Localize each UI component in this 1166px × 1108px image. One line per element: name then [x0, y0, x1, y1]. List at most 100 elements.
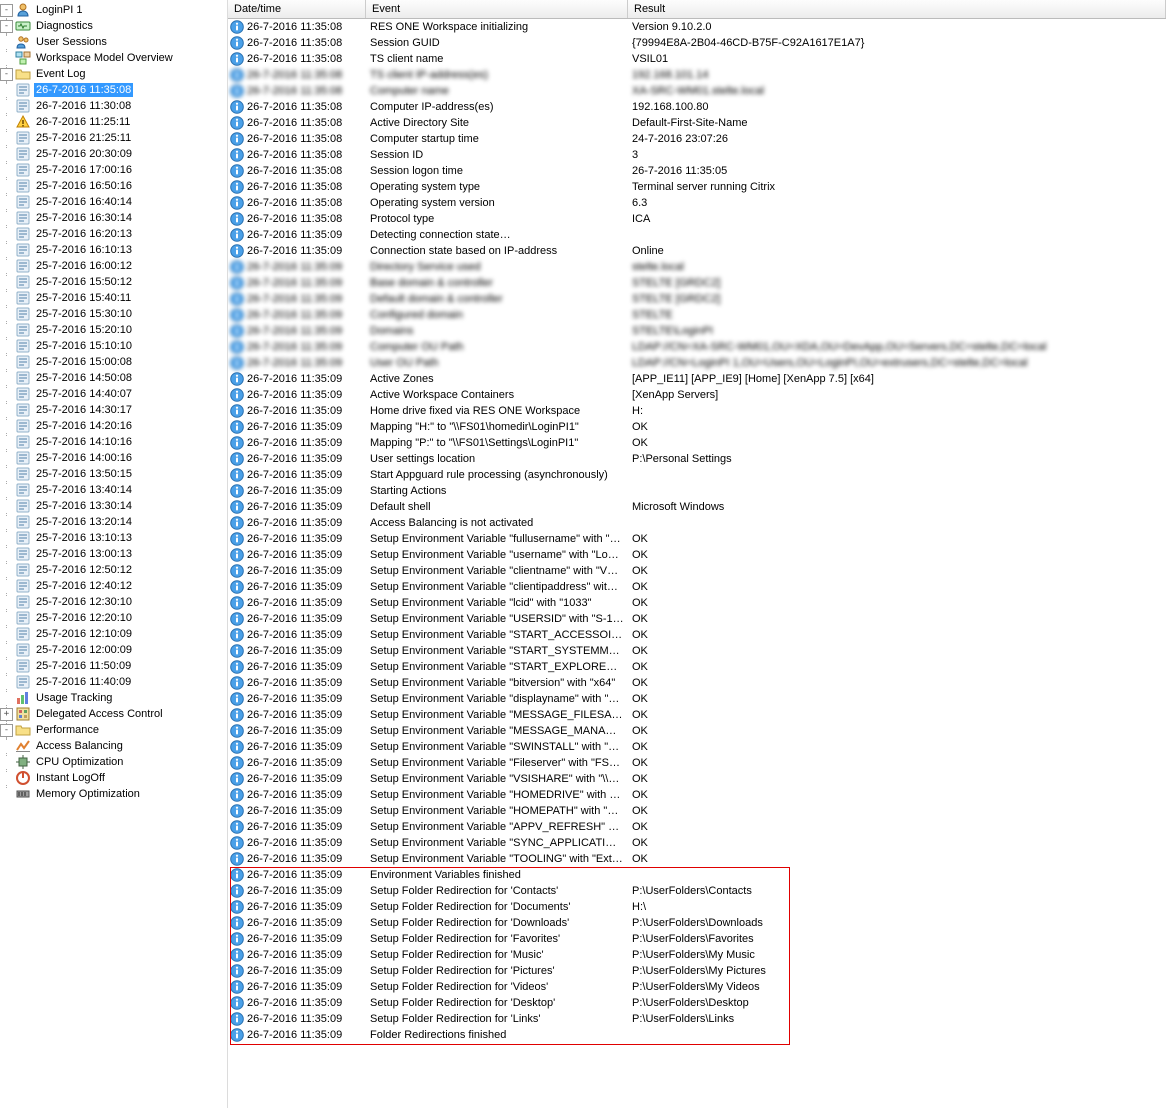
- event-log-entry[interactable]: 25-7-2016 14:10:16: [0, 434, 227, 450]
- grid-row[interactable]: 26-7-2016 11:35:08Operating system versi…: [228, 195, 1166, 211]
- event-log-entry[interactable]: 25-7-2016 21:25:11: [0, 130, 227, 146]
- grid-row[interactable]: 26-7-2016 11:35:09Setup Folder Redirecti…: [228, 979, 1166, 995]
- event-log-entry[interactable]: 25-7-2016 15:50:12: [0, 274, 227, 290]
- event-log-entry[interactable]: 25-7-2016 13:20:14: [0, 514, 227, 530]
- grid-row[interactable]: 26-7-2016 11:35:09Detecting connection s…: [228, 227, 1166, 243]
- collapse-icon[interactable]: -: [0, 724, 13, 737]
- grid-row[interactable]: 26-7-2016 11:35:09Setup Environment Vari…: [228, 771, 1166, 787]
- grid-row[interactable]: 26-7-2016 11:35:09Setup Environment Vari…: [228, 835, 1166, 851]
- grid-row[interactable]: 26-7-2016 11:35:08Session logon time26-7…: [228, 163, 1166, 179]
- grid-row[interactable]: 26-7-2016 11:35:09Setup Environment Vari…: [228, 691, 1166, 707]
- event-log-entry[interactable]: 25-7-2016 17:00:16: [0, 162, 227, 178]
- event-log-entry[interactable]: 26-7-2016 11:30:08: [0, 98, 227, 114]
- grid-row[interactable]: 26-7-2016 11:35:09Starting Actions: [228, 483, 1166, 499]
- grid-row[interactable]: 26-7-2016 11:35:09Setup Environment Vari…: [228, 819, 1166, 835]
- event-log-entry[interactable]: 25-7-2016 13:40:14: [0, 482, 227, 498]
- grid-row[interactable]: 26-7-2016 11:35:08Computer startup time2…: [228, 131, 1166, 147]
- event-log-entry[interactable]: 25-7-2016 12:00:09: [0, 642, 227, 658]
- grid-row[interactable]: 26-7-2016 11:35:09Setup Folder Redirecti…: [228, 883, 1166, 899]
- grid-row[interactable]: 26-7-2016 11:35:09Setup Folder Redirecti…: [228, 915, 1166, 931]
- grid-row[interactable]: 26-7-2016 11:35:09Default shellMicrosoft…: [228, 499, 1166, 515]
- tree-event-log[interactable]: - Event Log: [0, 66, 227, 82]
- grid-row[interactable]: 26-7-2016 11:35:09Setup Environment Vari…: [228, 787, 1166, 803]
- grid-row[interactable]: 26-7-2016 11:35:09Setup Folder Redirecti…: [228, 947, 1166, 963]
- event-log-entry[interactable]: 25-7-2016 12:30:10: [0, 594, 227, 610]
- collapse-icon[interactable]: -: [0, 68, 13, 81]
- tree-delegated-access[interactable]: + Delegated Access Control: [0, 706, 227, 722]
- grid-row[interactable]: 26-7-2016 11:35:09Setup Environment Vari…: [228, 547, 1166, 563]
- grid-row[interactable]: 26-7-2016 11:35:09Mapping "H:" to "\\FS0…: [228, 419, 1166, 435]
- grid-row[interactable]: 26-7-2016 11:35:09User OU PathLDAP://CN=…: [228, 355, 1166, 371]
- event-log-entry[interactable]: 26-7-2016 11:25:11: [0, 114, 227, 130]
- col-event[interactable]: Event: [366, 0, 628, 18]
- collapse-icon[interactable]: -: [0, 4, 13, 17]
- event-log-entry[interactable]: 25-7-2016 14:40:07: [0, 386, 227, 402]
- tree-user-sessions[interactable]: User Sessions: [0, 34, 227, 50]
- grid-row[interactable]: 26-7-2016 11:35:09Home drive fixed via R…: [228, 403, 1166, 419]
- event-log-entry[interactable]: 25-7-2016 14:30:17: [0, 402, 227, 418]
- grid-row[interactable]: 26-7-2016 11:35:09Setup Environment Vari…: [228, 611, 1166, 627]
- event-log-entry[interactable]: 25-7-2016 16:40:14: [0, 194, 227, 210]
- collapse-icon[interactable]: -: [0, 20, 13, 33]
- event-log-entry[interactable]: 25-7-2016 14:50:08: [0, 370, 227, 386]
- event-log-entry[interactable]: 25-7-2016 13:50:15: [0, 466, 227, 482]
- tree-instant-logoff[interactable]: Instant LogOff: [0, 770, 227, 786]
- grid-row[interactable]: 26-7-2016 11:35:09Mapping "P:" to "\\FS0…: [228, 435, 1166, 451]
- event-log-entry[interactable]: 25-7-2016 16:50:16: [0, 178, 227, 194]
- grid-row[interactable]: 26-7-2016 11:35:08Active Directory SiteD…: [228, 115, 1166, 131]
- grid-row[interactable]: 26-7-2016 11:35:09Setup Environment Vari…: [228, 643, 1166, 659]
- grid-row[interactable]: 26-7-2016 11:35:09Setup Folder Redirecti…: [228, 1011, 1166, 1027]
- grid-row[interactable]: 26-7-2016 11:35:09Setup Environment Vari…: [228, 659, 1166, 675]
- grid-row[interactable]: 26-7-2016 11:35:09Setup Environment Vari…: [228, 707, 1166, 723]
- tree-cpu-optimization[interactable]: CPU Optimization: [0, 754, 227, 770]
- grid-row[interactable]: 26-7-2016 11:35:08Computer IP-address(es…: [228, 99, 1166, 115]
- event-log-entry[interactable]: 25-7-2016 16:00:12: [0, 258, 227, 274]
- grid-row[interactable]: 26-7-2016 11:35:09Active Zones[APP_IE11]…: [228, 371, 1166, 387]
- grid-row[interactable]: 26-7-2016 11:35:09Setup Environment Vari…: [228, 803, 1166, 819]
- tree-root[interactable]: - LoginPI 1: [0, 2, 227, 18]
- grid-row[interactable]: 26-7-2016 11:35:09Setup Environment Vari…: [228, 595, 1166, 611]
- grid-row[interactable]: 26-7-2016 11:35:08TS client IP-address(e…: [228, 67, 1166, 83]
- col-result[interactable]: Result: [628, 0, 1166, 18]
- tree-access-balancing[interactable]: Access Balancing: [0, 738, 227, 754]
- nav-tree[interactable]: - LoginPI 1 - Diagnostics: [0, 0, 228, 1108]
- event-log-entry[interactable]: 25-7-2016 12:10:09: [0, 626, 227, 642]
- event-log-entry[interactable]: 25-7-2016 13:10:13: [0, 530, 227, 546]
- grid-row[interactable]: 26-7-2016 11:35:08Computer nameXA-SRC-WM…: [228, 83, 1166, 99]
- grid-row[interactable]: 26-7-2016 11:35:09Setup Environment Vari…: [228, 531, 1166, 547]
- grid-row[interactable]: 26-7-2016 11:35:08Session ID3: [228, 147, 1166, 163]
- grid-row[interactable]: 26-7-2016 11:35:09Setup Folder Redirecti…: [228, 995, 1166, 1011]
- grid-row[interactable]: 26-7-2016 11:35:09Setup Environment Vari…: [228, 755, 1166, 771]
- event-log-entry[interactable]: 25-7-2016 15:00:08: [0, 354, 227, 370]
- event-log-entry[interactable]: 25-7-2016 11:50:09: [0, 658, 227, 674]
- grid-row[interactable]: 26-7-2016 11:35:09Active Workspace Conta…: [228, 387, 1166, 403]
- grid-row[interactable]: 26-7-2016 11:35:08Protocol typeICA: [228, 211, 1166, 227]
- event-log-entry[interactable]: 25-7-2016 11:40:09: [0, 674, 227, 690]
- grid-row[interactable]: 26-7-2016 11:35:09Setup Folder Redirecti…: [228, 963, 1166, 979]
- event-log-entry[interactable]: 26-7-2016 11:35:08: [0, 82, 227, 98]
- grid-row[interactable]: 26-7-2016 11:35:09Environment Variables …: [228, 867, 1166, 883]
- event-log-entry[interactable]: 25-7-2016 14:00:16: [0, 450, 227, 466]
- event-log-entry[interactable]: 25-7-2016 13:30:14: [0, 498, 227, 514]
- grid-row[interactable]: 26-7-2016 11:35:09Default domain & contr…: [228, 291, 1166, 307]
- tree-performance[interactable]: - Performance: [0, 722, 227, 738]
- grid-row[interactable]: 26-7-2016 11:35:08Operating system typeT…: [228, 179, 1166, 195]
- event-log-entry[interactable]: 25-7-2016 16:20:13: [0, 226, 227, 242]
- event-log-entry[interactable]: 25-7-2016 20:30:09: [0, 146, 227, 162]
- expand-icon[interactable]: +: [0, 708, 13, 721]
- event-log-entry[interactable]: 25-7-2016 16:30:14: [0, 210, 227, 226]
- grid-row[interactable]: 26-7-2016 11:35:09Setup Environment Vari…: [228, 723, 1166, 739]
- tree-memory-optimization[interactable]: Memory Optimization: [0, 786, 227, 802]
- grid-row[interactable]: 26-7-2016 11:35:09Setup Environment Vari…: [228, 851, 1166, 867]
- tree-usage-tracking[interactable]: Usage Tracking: [0, 690, 227, 706]
- grid-row[interactable]: 26-7-2016 11:35:09Access Balancing is no…: [228, 515, 1166, 531]
- grid-body[interactable]: 26-7-2016 11:35:08RES ONE Workspace init…: [228, 19, 1166, 1108]
- event-log-entry[interactable]: 25-7-2016 13:00:13: [0, 546, 227, 562]
- col-datetime[interactable]: Date/time: [228, 0, 366, 18]
- grid-row[interactable]: 26-7-2016 11:35:09User settings location…: [228, 451, 1166, 467]
- event-log-entry[interactable]: 25-7-2016 15:40:11: [0, 290, 227, 306]
- grid-row[interactable]: 26-7-2016 11:35:09Setup Environment Vari…: [228, 563, 1166, 579]
- grid-row[interactable]: 26-7-2016 11:35:09Setup Environment Vari…: [228, 739, 1166, 755]
- grid-row[interactable]: 26-7-2016 11:35:09Setup Environment Vari…: [228, 627, 1166, 643]
- grid-row[interactable]: 26-7-2016 11:35:09Setup Environment Vari…: [228, 675, 1166, 691]
